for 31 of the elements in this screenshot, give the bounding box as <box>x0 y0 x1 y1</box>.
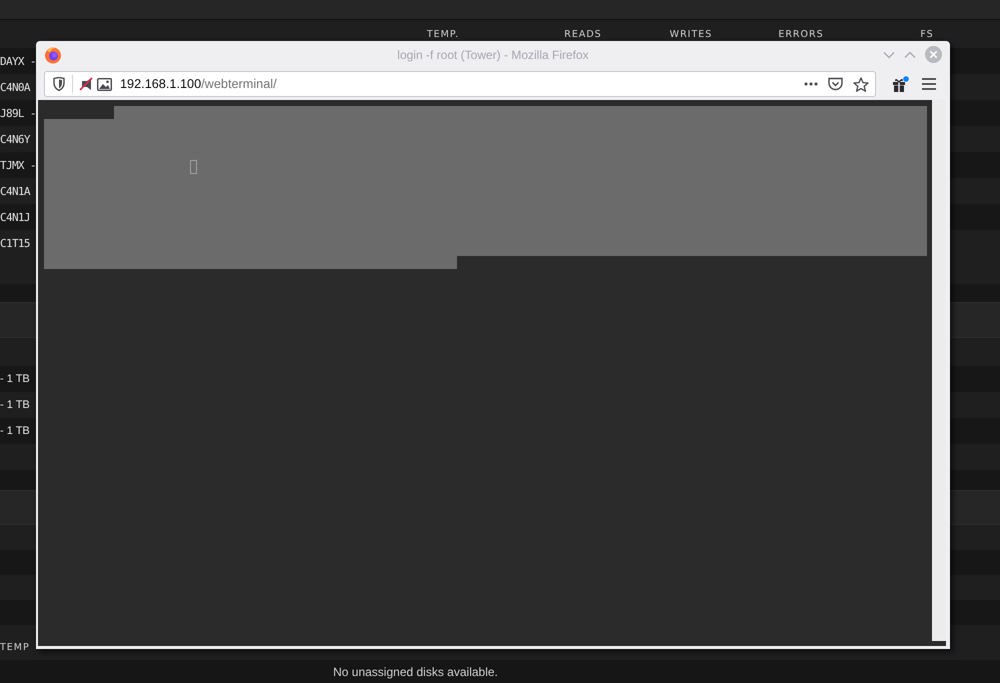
slashed-media-icon[interactable] <box>79 77 93 91</box>
table-cell: C1T15 <box>0 236 30 250</box>
more-icon[interactable] <box>804 82 818 86</box>
table-cell: C4N1J <box>0 210 30 224</box>
star-icon[interactable] <box>853 76 869 92</box>
table-cell: - 1 TB <box>0 373 30 385</box>
table-cell: C4N6Y <box>0 132 30 146</box>
column-header: WRITES <box>668 28 714 40</box>
column-header: TEMP <box>0 642 30 653</box>
table-cell: - 1 TB <box>0 425 30 437</box>
menu-icon[interactable] <box>922 78 936 90</box>
table-cell: C4N0A <box>0 80 30 94</box>
column-header: READS <box>563 28 603 40</box>
browser-logo-icon <box>44 46 62 64</box>
table-cell: J89L - <box>0 106 36 120</box>
cursor-icon <box>190 160 197 174</box>
table-cell: TJMX - <box>0 158 36 172</box>
column-header: ERRORS <box>777 28 825 40</box>
url-text: 192.168.1.100/webterminal/ <box>120 77 278 91</box>
empty-message: No unassigned disks available. <box>332 664 499 678</box>
column-header: FS <box>919 28 935 40</box>
shield-icon[interactable] <box>53 77 65 91</box>
gift-icon[interactable] <box>892 76 909 92</box>
table-cell: DAYX - <box>0 54 36 68</box>
table-cell: - 1 TB <box>0 399 30 411</box>
table-cell: C4N1A <box>0 184 30 198</box>
image-icon[interactable] <box>97 78 112 90</box>
column-header: TEMP. <box>426 28 460 40</box>
address-field[interactable]: 192.168.1.100/webterminal/ <box>44 71 876 97</box>
chevron-shield-icon[interactable] <box>828 77 843 91</box>
window-title: login -f root (Tower) - Mozilla Firefox <box>397 48 589 62</box>
